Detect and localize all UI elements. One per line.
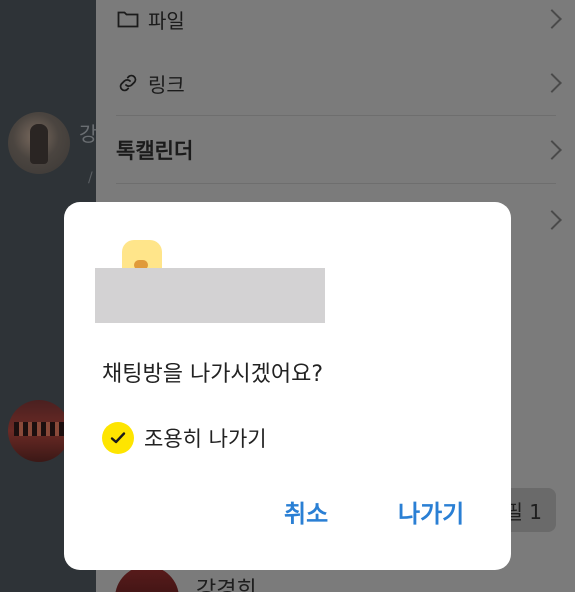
link-icon — [119, 74, 137, 92]
divider — [116, 183, 556, 184]
drawer-item-label: 파일 — [148, 8, 185, 33]
quiet-leave-label: 조용히 나가기 — [144, 427, 267, 451]
chevron-right-icon — [542, 140, 562, 160]
leave-chat-dialog: 채팅방을 나가시겠어요? 조용히 나가기 취소 나가기 — [64, 202, 511, 570]
drawer-item-label: 톡캘린더 — [116, 139, 194, 163]
chat-name-fragment: 강 — [79, 122, 98, 146]
avatar — [8, 400, 70, 462]
checkmark-icon — [110, 432, 126, 444]
divider — [116, 115, 556, 116]
checkbox-checked-icon[interactable] — [102, 422, 134, 454]
folder-icon — [117, 11, 139, 28]
drawer-item-link[interactable]: 링크 — [96, 50, 575, 116]
chat-preview-fragment: / — [88, 170, 93, 186]
avatar — [8, 112, 70, 174]
drawer-item-file[interactable]: 파일 — [96, 0, 575, 52]
drawer-item-label: 링크 — [148, 72, 185, 97]
leave-button[interactable]: 나가기 — [398, 494, 464, 529]
dialog-question: 채팅방을 나가시겠어요? — [102, 362, 324, 387]
member-name: 강경희 — [196, 578, 257, 592]
cancel-button[interactable]: 취소 — [284, 494, 328, 529]
chevron-right-icon — [542, 9, 562, 29]
redacted-chatroom-name — [95, 268, 325, 323]
chevron-right-icon — [542, 210, 562, 230]
chevron-right-icon — [542, 73, 562, 93]
drawer-item-talk-calendar[interactable]: 톡캘린더 — [96, 117, 575, 183]
quiet-leave-option[interactable]: 조용히 나가기 — [102, 422, 267, 454]
